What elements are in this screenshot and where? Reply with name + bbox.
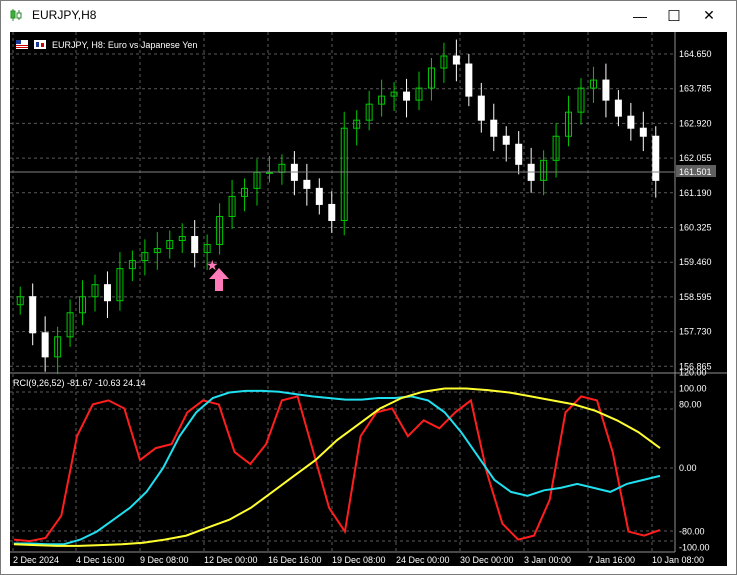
price-axis-label: 164.650	[679, 49, 712, 59]
price-axis-label: 157.730	[679, 327, 712, 337]
rci-line	[13, 395, 661, 543]
indicator-label: RCI(9,26,52) -81.67 -10.63 24.14	[13, 378, 146, 388]
chart-type-icon	[34, 40, 46, 49]
price-axis-label: 159.460	[679, 257, 712, 267]
candle-body	[652, 135, 660, 181]
minimize-button[interactable]: —	[623, 1, 657, 30]
price-axis-label: 162.920	[679, 118, 712, 128]
maximize-button[interactable]: ☐	[657, 1, 691, 30]
time-axis-label: 24 Dec 00:00	[396, 555, 450, 565]
candle-body	[639, 127, 647, 137]
candle-body	[602, 79, 610, 101]
title-bar[interactable]: EURJPY,H8 — ☐ ✕	[1, 1, 736, 30]
time-axis-label: 10 Jan 08:00	[652, 555, 704, 565]
time-axis-label: 12 Dec 00:00	[204, 555, 258, 565]
indicator-axis: 120.00 100.00 80.00 0.00 -80.00 -100.00	[679, 368, 710, 553]
price-axis-label: 160.325	[679, 223, 712, 233]
window-title: EURJPY,H8	[32, 8, 97, 22]
time-axis-label: 19 Dec 08:00	[332, 555, 386, 565]
candle-body	[502, 135, 510, 145]
candle-body	[328, 203, 336, 221]
symbol-flag-icon	[16, 40, 28, 49]
time-axis-label: 2 Dec 2024	[13, 555, 59, 565]
maximize-icon: ☐	[667, 7, 681, 25]
candle-body	[477, 95, 485, 121]
candle-body	[29, 296, 37, 334]
chart-header: EURJPY, H8: Euro vs Japanese Yen	[52, 40, 197, 50]
app-window: EURJPY,H8 — ☐ ✕ EURJPY, H8: Euro vs Japa…	[0, 0, 737, 575]
chart-area[interactable]: EURJPY, H8: Euro vs Japanese Yen ★ 161.5…	[10, 32, 727, 566]
indicator-axis-label: -100.00	[679, 543, 710, 553]
price-axis: 164.650 163.785 162.920 162.055 161.190 160.3…	[679, 49, 712, 371]
candle-body	[614, 99, 622, 117]
candle-body	[403, 91, 411, 101]
indicator-axis-label: 0.00	[679, 463, 697, 473]
time-axis-label: 7 Jan 16:00	[588, 555, 635, 565]
time-axis-label: 16 Dec 16:00	[268, 555, 322, 565]
indicator-axis-label: -80.00	[679, 527, 705, 537]
candlestick-series	[16, 39, 660, 375]
indicator-axis-label: 80.00	[679, 399, 702, 409]
candle-body	[103, 284, 111, 302]
candle-body	[303, 179, 311, 189]
candle-body	[452, 55, 460, 65]
candle-body	[627, 115, 635, 129]
close-button[interactable]: ✕	[692, 1, 726, 30]
candle-body	[465, 63, 473, 97]
rci-series	[13, 387, 661, 547]
price-axis-label: 158.595	[679, 292, 712, 302]
candle-body	[315, 187, 323, 205]
time-axis-label: 9 Dec 08:00	[140, 555, 189, 565]
price-axis-label: 162.055	[679, 153, 712, 163]
price-axis-label: 163.785	[679, 84, 712, 94]
time-axis-label: 4 Dec 16:00	[76, 555, 125, 565]
candle-body	[515, 143, 523, 165]
time-axis: 2 Dec 2024 4 Dec 16:00 9 Dec 08:00 12 Dec 0…	[13, 555, 704, 565]
price-chart[interactable]: EURJPY, H8: Euro vs Japanese Yen ★ 161.5…	[10, 32, 727, 566]
minimize-icon: —	[633, 7, 647, 24]
candlestick-chart-icon	[10, 9, 22, 21]
candle-body	[41, 332, 49, 358]
price-axis-label: 161.190	[679, 188, 712, 198]
buy-arrow-marker: ★	[206, 257, 229, 291]
time-axis-label: 3 Jan 00:00	[524, 555, 571, 565]
indicator-axis-label: 100.00	[679, 384, 707, 394]
current-price-label: 161.501	[679, 167, 712, 177]
indicator-axis-label: 120.00	[679, 368, 707, 378]
close-icon: ✕	[703, 7, 715, 23]
candle-body	[490, 119, 498, 137]
time-axis-label: 30 Dec 00:00	[460, 555, 514, 565]
candle-body	[191, 236, 199, 254]
